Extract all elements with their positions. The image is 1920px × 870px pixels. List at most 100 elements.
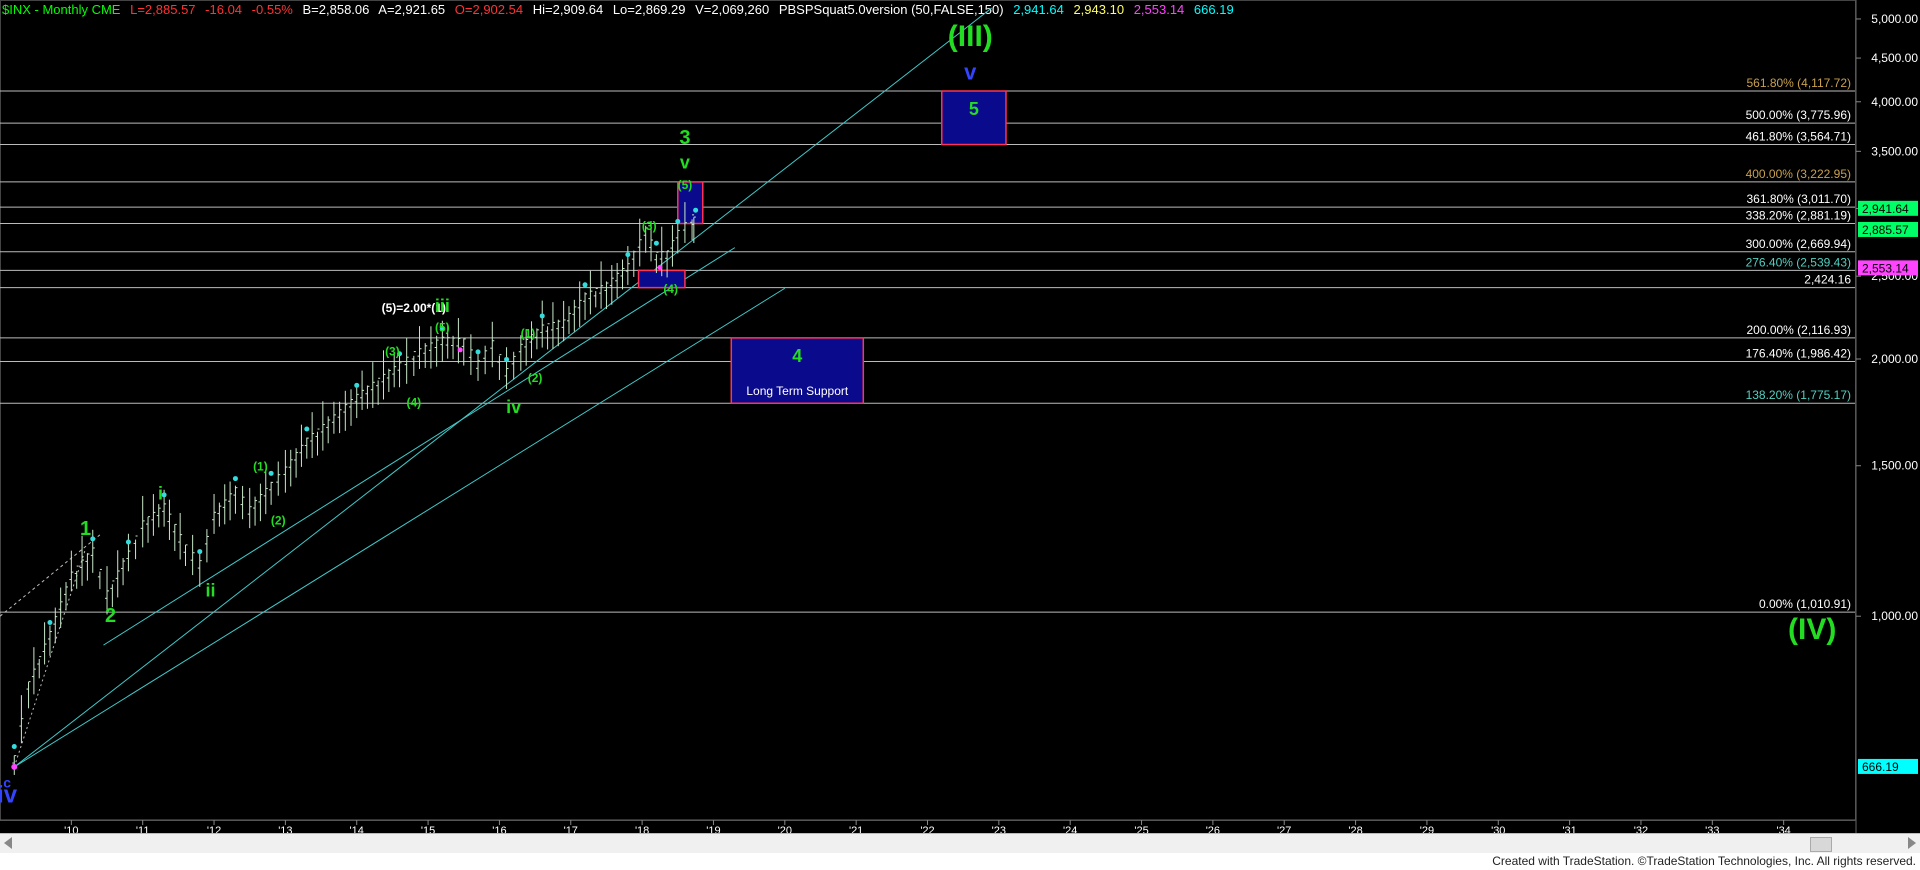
x-tick-label: '34: [1776, 825, 1790, 833]
price-chart[interactable]: 5,000.004,500.004,000.003,500.003,000.00…: [0, 0, 1920, 833]
fib-level-label: 561.80% (4,117.72): [1746, 76, 1851, 90]
wave-label: (2): [528, 371, 543, 385]
wave-label: (III): [948, 20, 993, 53]
x-tick-label: '13: [278, 825, 292, 833]
horizontal-scrollbar[interactable]: [0, 833, 1920, 855]
x-tick-label: '23: [992, 825, 1006, 833]
pivot-dot-magenta: [657, 264, 663, 270]
price-axis-panel: [1856, 0, 1920, 833]
x-tick-label: '28: [1348, 825, 1362, 833]
pivot-dot: [11, 744, 17, 750]
wave-label: iii: [435, 296, 450, 316]
y-tick-label: 4,500.00: [1871, 51, 1918, 65]
target-box-sublabel: Long Term Support: [746, 384, 849, 398]
x-tick-label: '30: [1491, 825, 1505, 833]
fib-level-label: 361.80% (3,011.70): [1746, 192, 1851, 206]
wave-label: iv: [506, 397, 521, 417]
wave-label: 1: [80, 518, 91, 540]
scroll-left-arrow-icon[interactable]: [4, 837, 12, 849]
wave-label: (5): [678, 178, 693, 192]
x-tick-label: '18: [635, 825, 649, 833]
fib-level-label: 400.00% (3,222.95): [1746, 167, 1851, 181]
wave-label: (2): [271, 514, 286, 528]
x-tick-label: '19: [706, 825, 720, 833]
fib-level-label: 300.00% (2,669.94): [1746, 237, 1851, 251]
x-tick-label: '29: [1420, 825, 1434, 833]
fib-level-label: 338.20% (2,881.19): [1746, 209, 1851, 223]
fib-level-label: 500.00% (3,775.96): [1746, 108, 1851, 122]
fib-level-label: 176.40% (1,986.42): [1746, 347, 1851, 361]
wave-label: (5): [435, 320, 450, 334]
x-tick-label: '33: [1705, 825, 1719, 833]
axis-price-badge-label: 2,885.57: [1862, 223, 1909, 237]
fib-level-label: 138.20% (1,775.17): [1746, 388, 1851, 402]
y-tick-label: 2,000.00: [1871, 352, 1918, 366]
wave-label: ii: [205, 580, 215, 600]
wave-label: (1): [253, 460, 268, 474]
pivot-dot: [582, 282, 588, 288]
fib-level-label: 461.80% (3,564.71): [1746, 130, 1851, 144]
pivot-dot: [304, 426, 310, 432]
trend-dotted-line: [13, 548, 87, 768]
fib-level-label: 200.00% (2,116.93): [1746, 323, 1851, 337]
fib-level-label: 276.40% (2,539.43): [1746, 255, 1851, 269]
x-tick-label: '27: [1277, 825, 1291, 833]
x-tick-label: '17: [564, 825, 578, 833]
wave-label: (4): [663, 282, 678, 296]
x-tick-label: '32: [1634, 825, 1648, 833]
axis-price-badge-label: 666.19: [1862, 760, 1899, 774]
wave-label: i: [158, 483, 163, 503]
pivot-dot: [475, 349, 481, 355]
trend-dotted-line: [0, 534, 101, 617]
pivot-dot: [504, 356, 510, 362]
target-box-label: 4: [792, 346, 802, 366]
x-tick-label: '26: [1206, 825, 1220, 833]
scroll-right-arrow-icon[interactable]: [1908, 837, 1916, 849]
wave-label: c: [3, 775, 11, 791]
wave-label: v: [680, 153, 690, 173]
footer-bar: Created with TradeStation. ©TradeStation…: [0, 853, 1920, 870]
pivot-dot: [354, 382, 360, 388]
pivot-dot: [197, 549, 203, 555]
target-box-label: 5: [969, 99, 979, 119]
x-tick-label: '11: [136, 825, 150, 833]
y-tick-label: 5,000.00: [1871, 12, 1918, 26]
axis-price-badge-label: 2,553.14: [1862, 261, 1909, 275]
pivot-dot-magenta: [457, 347, 463, 353]
pivot-dot: [232, 476, 238, 482]
pivot-dot: [693, 207, 699, 213]
x-tick-label: '21: [849, 825, 863, 833]
x-tick-label: '12: [207, 825, 221, 833]
pivot-dot: [653, 240, 659, 246]
x-tick-label: '25: [1134, 825, 1148, 833]
wave-label: (3): [642, 219, 657, 233]
pivot-dot: [539, 313, 545, 319]
x-tick-label: '16: [492, 825, 506, 833]
copyright-text: Created with TradeStation. ©TradeStation…: [1492, 854, 1916, 868]
y-tick-label: 1,500.00: [1871, 459, 1918, 473]
y-tick-label: 3,500.00: [1871, 144, 1918, 158]
pivot-dot: [675, 218, 681, 224]
wave-label: v: [964, 59, 977, 84]
x-tick-label: '14: [350, 825, 364, 833]
wave-label: (IV): [1788, 613, 1836, 646]
wave-label: (4): [406, 395, 421, 409]
x-tick-label: '20: [778, 825, 792, 833]
y-tick-label: 1,000.00: [1871, 609, 1918, 623]
wave-label: (3): [385, 344, 400, 358]
x-tick-label: '24: [1063, 825, 1077, 833]
pivot-dot: [268, 470, 274, 476]
pivot-dot-magenta: [11, 763, 18, 770]
x-tick-label: '31: [1562, 825, 1576, 833]
x-tick-label: '15: [421, 825, 435, 833]
x-tick-label: '22: [920, 825, 934, 833]
axis-price-badge-label: 2,941.64: [1862, 202, 1909, 216]
fib-level-label: 2,424.16: [1804, 273, 1851, 287]
fib-level-label: 0.00% (1,010.91): [1759, 597, 1851, 611]
pivot-dot: [47, 619, 53, 625]
scrollbar-thumb[interactable]: [1810, 837, 1832, 852]
y-tick-label: 4,000.00: [1871, 95, 1918, 109]
x-tick-label: '10: [64, 825, 78, 833]
wave-label: 2: [105, 605, 116, 627]
pivot-dot: [625, 252, 631, 258]
